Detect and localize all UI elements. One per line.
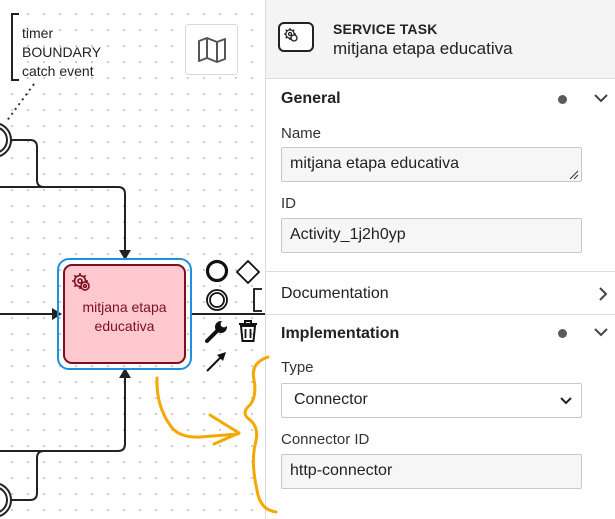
type-label: Type (281, 359, 314, 376)
connector-id-label: Connector ID (281, 431, 370, 448)
intermediate-event-icon[interactable] (205, 288, 229, 312)
task-label-line: mitjana etapa (82, 299, 167, 315)
annotation-line: catch event (22, 63, 94, 79)
service-task-selected[interactable]: mitjana etapa educativa (57, 258, 192, 370)
map-icon (197, 36, 226, 63)
minimap-toggle-button[interactable] (185, 24, 238, 75)
connect-arrow-icon[interactable] (204, 348, 230, 374)
annotation-line: BOUNDARY (22, 44, 102, 60)
trash-icon[interactable] (236, 318, 260, 344)
resize-handle-icon[interactable] (569, 170, 579, 180)
chevron-down-icon[interactable] (593, 92, 609, 106)
divider (266, 271, 615, 272)
connector-id-field[interactable]: http-connector (281, 454, 582, 489)
group-data-indicator (558, 329, 567, 338)
task-label-line: educativa (94, 318, 155, 334)
element-type-label: SERVICE TASK (333, 21, 438, 37)
chevron-down-icon[interactable] (593, 326, 609, 340)
group-data-indicator (558, 95, 567, 104)
group-header-general[interactable]: General (281, 90, 341, 108)
diagram-canvas[interactable]: timer BOUNDARY catch event mitjana etapa (0, 0, 265, 519)
name-field[interactable]: mitjana etapa educativa (281, 147, 582, 182)
id-label: ID (281, 195, 296, 212)
end-event-icon[interactable] (205, 259, 229, 283)
group-header-documentation[interactable]: Documentation (281, 285, 389, 303)
boundary-event-bottom[interactable] (0, 483, 12, 517)
gear-icon (72, 273, 90, 291)
gear-icon (284, 28, 298, 42)
chevron-right-icon[interactable] (596, 286, 610, 302)
gateway-icon[interactable] (235, 259, 261, 285)
type-select-value: Connector (294, 391, 368, 408)
task-label: mitjana etapa educativa (65, 298, 184, 336)
service-task-icon (278, 22, 314, 52)
panel-header: SERVICE TASK mitjana etapa educativa (266, 0, 615, 79)
properties-panel: SERVICE TASK mitjana etapa educativa Gen… (265, 0, 615, 519)
chevron-down-icon (560, 397, 572, 405)
type-select[interactable]: Connector (281, 383, 582, 418)
id-field[interactable]: Activity_1j2h0yp (281, 218, 582, 253)
group-header-implementation[interactable]: Implementation (281, 325, 399, 343)
wrench-icon[interactable] (204, 318, 230, 344)
annotation-line: timer (22, 25, 54, 41)
divider (266, 314, 615, 315)
text-annotation-icon[interactable] (250, 287, 265, 313)
text-annotation[interactable]: timer BOUNDARY catch event (22, 24, 122, 81)
element-name-label: mitjana etapa educativa (333, 39, 513, 58)
boundary-event-top[interactable] (0, 123, 12, 157)
name-label: Name (281, 125, 322, 142)
